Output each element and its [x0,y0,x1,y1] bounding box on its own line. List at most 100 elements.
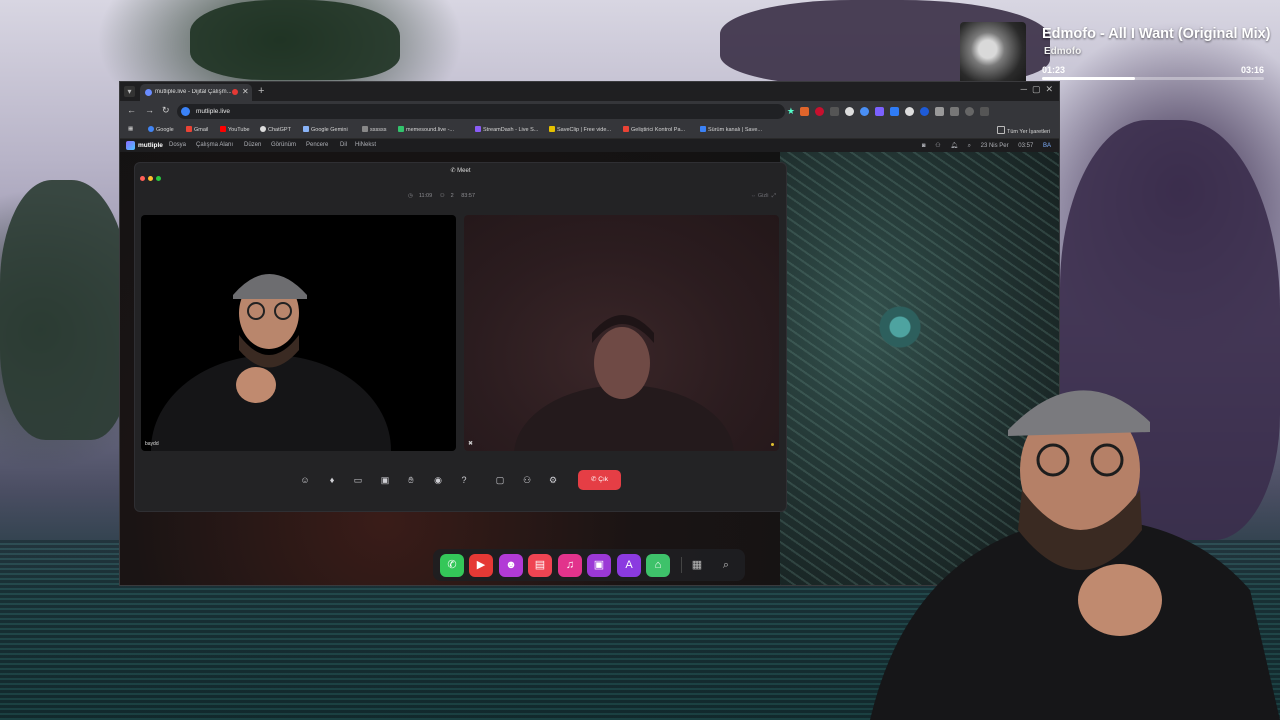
extension-icon[interactable] [905,107,914,116]
extension-icon[interactable] [815,107,824,116]
menubar-status: ◙ ⚇ 🔔︎ ⌕ 23 Nis Per 03:57 BA [914,142,1051,150]
app-brand: mutliple [138,142,163,149]
extension-icon[interactable] [800,107,809,116]
video-icon[interactable]: ▶ [469,554,493,577]
menu-item-file[interactable]: Dosya [169,142,186,148]
camera-status-icon[interactable]: ◙ [922,143,926,149]
url-text: mutliple.live [196,108,230,115]
track-progress-bar [1042,77,1264,80]
current-time: 01:23 [1042,65,1066,75]
grid-icon[interactable]: ▦ [685,554,709,577]
meet-top-right[interactable]: ⇔ Gizli ⤢ [751,193,776,200]
bookmark-item[interactable]: StreamDash - Live S... [475,126,538,133]
hearing-icon[interactable]: ? [457,473,471,487]
browser-tab[interactable]: mutliple.live - Dijital Çalışm... ✕ [140,84,252,101]
extension-icon[interactable] [920,107,929,116]
bookmark-item[interactable]: Sürüm kanalı | Save... [700,126,762,133]
participant-video [151,274,391,451]
all-bookmarks-folder[interactable]: Tüm Yer İşaretleri [997,126,1050,135]
extension-icon[interactable] [845,107,854,116]
leave-call-button[interactable]: ✆ Çık [578,470,621,490]
participants-icon[interactable]: ⚇ [520,473,534,487]
bookmark-item[interactable]: Gmail [186,126,208,133]
extensions-bar [800,107,989,116]
apps-grid-icon[interactable]: ▦ [128,126,133,132]
settings-icon[interactable]: ⚙ [546,473,560,487]
address-bar[interactable]: mutliple.live ★ [177,104,795,119]
search-icon[interactable]: ⌕ [968,143,971,149]
screen-share-icon[interactable]: ▣ [378,473,392,487]
meet-duration: 83:57 [461,193,475,199]
bookmark-item[interactable]: SaveClip | Free vide... [549,126,611,133]
notification-icon[interactable]: 🔔︎ [950,143,958,149]
robot-icon[interactable]: ☻ [499,554,523,577]
participants-count-icon: ⚇ [439,193,445,199]
extension-icon[interactable] [875,107,884,116]
bookmark-item[interactable]: ChatGPT [260,126,291,133]
extension-icon[interactable] [890,107,899,116]
tab-strip: ▾ mutliple.live - Dijital Çalışm... ✕ + … [120,82,1059,101]
user-avatar[interactable]: BA [1043,143,1051,149]
bookmark-item[interactable]: Google [148,126,174,133]
close-tab-icon[interactable]: ✕ [242,87,249,96]
site-favicon-icon [145,89,152,96]
microphone-icon[interactable]: ♦ [325,473,339,487]
window-controls[interactable]: ─ ▢ ✕ [1021,84,1053,95]
app-dock: ✆ ▶ ☻ ▤ ♫ ▣ A ⌂ ▦ ⌕ [433,549,745,581]
streamer-webcam [870,390,1280,720]
people-icon[interactable]: ⚇ [935,143,940,149]
tab-title: mutliple.live - Dijital Çalışm... [155,89,231,95]
forward-icon[interactable]: → [145,105,154,115]
search-icon[interactable]: ⌕ [714,554,738,577]
maximize-window-icon[interactable] [156,176,161,181]
participant-video [514,315,734,451]
app-logo-icon [126,141,135,150]
profile-icon[interactable] [965,107,974,116]
bookmark-item[interactable]: memesound.live -... [398,126,454,133]
menu-item-edit[interactable]: Düzen [244,142,261,148]
dock-separator [681,557,682,573]
meet-info: ◷ 11:09 ⚇ 2 83:57 [408,193,481,199]
translate-icon[interactable]: A [617,554,641,577]
meet-time: 11:09 [418,193,433,199]
back-icon[interactable]: ← [127,105,136,115]
menu-item-language[interactable]: Dil [340,142,347,148]
track-progress-fill [1042,77,1136,80]
sidebar-icon[interactable] [950,107,959,116]
bookmark-star-icon[interactable]: ★ [787,106,795,117]
bookmarks-bar: ▦ Google Gmail YouTube ChatGPT Google Ge… [120,122,1059,139]
reload-icon[interactable]: ↻ [162,105,170,116]
extension-icon[interactable] [830,107,839,116]
menu-item-hinekst[interactable]: HiNekst [355,142,376,148]
site-info-icon[interactable] [181,107,190,116]
bookmark-item[interactable]: Geliştirici Kontrol Pa... [623,126,685,133]
menu-item-window[interactable]: Pencere [306,142,328,148]
inbox-icon[interactable]: ⌂ [646,554,670,577]
minimize-window-icon[interactable] [148,176,153,181]
bookmark-item[interactable]: Google Gemini [303,126,348,133]
recording-indicator-icon [232,89,238,95]
calendar-icon[interactable]: ▤ [528,554,552,577]
hand-raise-icon[interactable]: ✋︎ [404,473,418,487]
chat-icon[interactable]: ▢ [493,473,507,487]
emoji-icon[interactable]: ☺ [298,473,312,487]
presentation-icon[interactable]: ▣ [587,554,611,577]
menu-item-view[interactable]: Görünüm [271,142,296,148]
close-window-icon[interactable] [140,176,145,181]
puzzle-icon[interactable] [935,107,944,116]
camera-icon[interactable]: ▭ [351,473,365,487]
video-tile-left[interactable]: baydd [141,215,456,451]
broadcast-icon[interactable]: ◉ [431,473,445,487]
bookmark-item[interactable]: ssssss [362,126,387,133]
menu-item-workspace[interactable]: Çalışma Alanı [196,142,233,148]
music-icon[interactable]: ♫ [558,554,582,577]
album-art [960,22,1026,90]
bookmark-item[interactable]: YouTube [220,126,250,133]
menu-icon[interactable] [980,107,989,116]
new-tab-button[interactable]: + [258,85,264,97]
tab-search-icon[interactable]: ▾ [124,86,135,97]
phone-icon[interactable]: ✆ [440,554,464,577]
video-tile-right[interactable]: ✖ [464,215,779,451]
speaking-indicator-icon [771,443,774,446]
extension-icon[interactable] [860,107,869,116]
